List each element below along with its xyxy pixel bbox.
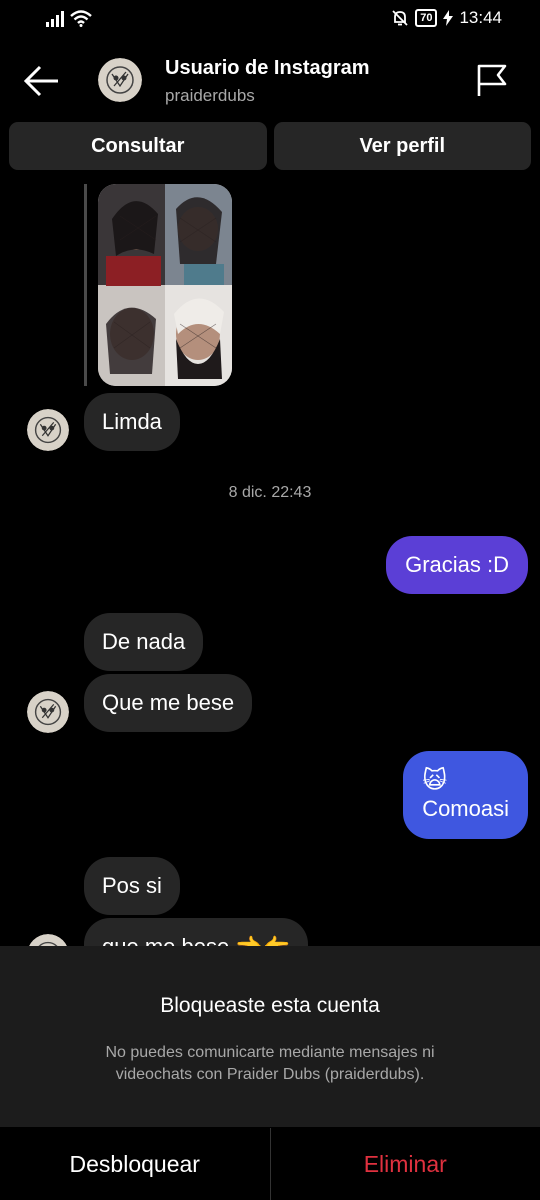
message-timestamp: 8 dic. 22:43	[228, 484, 312, 501]
incoming-message[interactable]: Que me bese	[84, 674, 253, 732]
avatar[interactable]	[98, 58, 142, 102]
outgoing-message[interactable]: Gracias :D	[386, 536, 528, 594]
charging-icon	[443, 10, 454, 26]
unblock-button[interactable]: Desbloquear	[0, 1128, 270, 1200]
delete-button[interactable]: Eliminar	[269, 1128, 540, 1200]
shared-photo[interactable]	[98, 184, 232, 386]
consult-button[interactable]: Consultar	[9, 122, 267, 170]
status-bar: 70 13:44	[0, 0, 540, 38]
reply-indicator	[84, 184, 87, 386]
blocked-account-panel: Bloqueaste esta cuenta No puedes comunic…	[0, 946, 540, 1200]
back-arrow-icon[interactable]	[22, 64, 62, 98]
battery-level: 70	[415, 9, 438, 27]
outgoing-message[interactable]: 🙀 Comoasi	[403, 751, 528, 839]
message-text: Comoasi	[422, 796, 509, 821]
incoming-message[interactable]: Limda	[84, 393, 180, 451]
signal-icon	[46, 11, 64, 27]
mute-bell-icon	[392, 10, 408, 26]
avatar[interactable]	[27, 691, 69, 733]
view-profile-button[interactable]: Ver perfil	[273, 122, 531, 170]
blocked-title: Bloqueaste esta cuenta	[160, 994, 380, 1017]
blocked-actions: Desbloquear Eliminar	[0, 1127, 540, 1200]
incoming-message[interactable]: De nada	[84, 613, 204, 671]
wifi-icon	[70, 10, 92, 27]
blocked-description: No puedes comunicarte mediante mensajes …	[105, 1044, 435, 1083]
contact-name[interactable]: Usuario de Instagram	[165, 57, 370, 80]
incoming-message[interactable]: Pos si	[84, 857, 180, 915]
avatar[interactable]	[27, 934, 69, 946]
header-actions: Consultar Ver perfil	[9, 122, 531, 170]
incoming-message[interactable]: que me bese 👈👉	[84, 918, 309, 946]
message-thread[interactable]: Limda 8 dic. 22:43 Gracias :D De nada Qu…	[0, 176, 540, 946]
flag-icon[interactable]	[474, 62, 510, 98]
chat-header: Usuario de Instagram praiderdubs	[0, 40, 540, 120]
clock: 13:44	[459, 8, 502, 27]
contact-username[interactable]: praiderdubs	[165, 86, 255, 106]
cat-emoji: 🙀	[422, 767, 448, 794]
avatar[interactable]	[27, 409, 69, 451]
